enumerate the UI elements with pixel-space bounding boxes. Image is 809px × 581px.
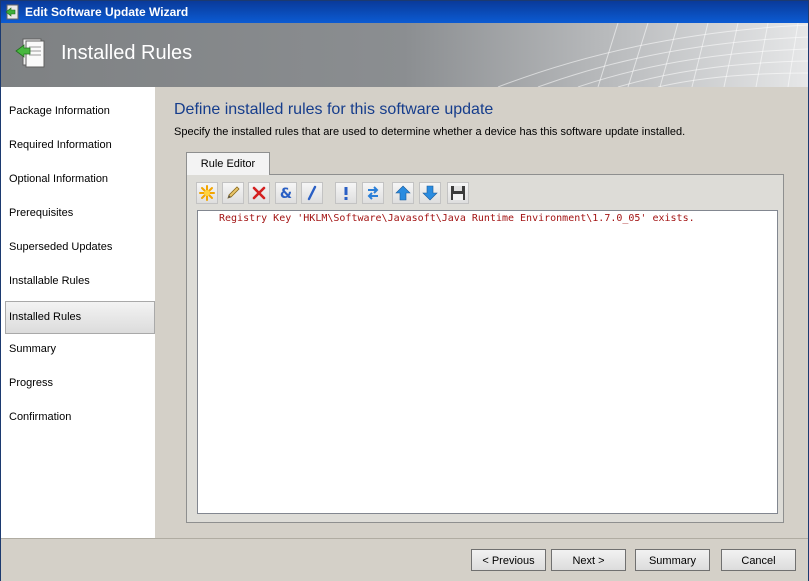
and-operator-icon: & (280, 186, 292, 201)
page-heading: Define installed rules for this software… (174, 101, 494, 118)
move-up-icon (395, 185, 411, 201)
new-rule-icon (199, 185, 215, 201)
wizard-window: Edit Software Update Wizard Installed Ru… (0, 0, 809, 581)
summary-button[interactable]: Summary (635, 549, 710, 571)
new-rule-button[interactable] (196, 182, 218, 204)
sidebar-item-superseded-updates[interactable]: Superseded Updates (5, 231, 155, 264)
page-description: Specify the installed rules that are use… (174, 126, 686, 138)
sidebar-item-confirmation[interactable]: Confirmation (5, 401, 155, 434)
not-operator-icon (344, 187, 348, 200)
edit-pencil-icon (227, 186, 240, 199)
software-update-icon (15, 37, 47, 71)
sidebar-item-package-information[interactable]: Package Information (5, 95, 155, 128)
rule-item[interactable]: Registry Key 'HKLM\Software\Javasoft\Jav… (219, 213, 695, 224)
move-up-button[interactable] (392, 182, 414, 204)
sidebar-item-progress[interactable]: Progress (5, 367, 155, 400)
previous-button[interactable]: < Previous (471, 549, 546, 571)
or-operator-button[interactable] (301, 182, 323, 204)
save-rule-button[interactable] (447, 182, 469, 204)
edit-rule-button[interactable] (222, 182, 244, 204)
and-operator-button[interactable]: & (275, 182, 297, 204)
delete-rule-button[interactable] (248, 182, 270, 204)
svg-text:&: & (280, 186, 292, 201)
sidebar-item-required-information[interactable]: Required Information (5, 129, 155, 162)
banner-decoration (497, 23, 808, 87)
or-operator-icon (307, 185, 317, 201)
sidebar-item-prerequisites[interactable]: Prerequisites (5, 197, 155, 230)
banner-title: Installed Rules (61, 42, 193, 64)
sidebar-item-installable-rules[interactable]: Installable Rules (5, 265, 155, 298)
sidebar-item-summary[interactable]: Summary (5, 333, 155, 366)
rule-editor-panel: & Registry Key 'HKLM\Software\Javasoft\J… (186, 174, 784, 523)
toggle-operator-button[interactable] (362, 182, 384, 204)
move-down-button[interactable] (419, 182, 441, 204)
toggle-operator-icon (367, 186, 379, 200)
rule-list[interactable]: Registry Key 'HKLM\Software\Javasoft\Jav… (197, 210, 778, 514)
wizard-footer: < Previous Next > Summary Cancel (1, 538, 808, 581)
title-bar[interactable]: Edit Software Update Wizard (1, 1, 808, 23)
window-title: Edit Software Update Wizard (25, 5, 189, 19)
header-banner: Installed Rules (1, 23, 808, 87)
cancel-button[interactable]: Cancel (721, 549, 796, 571)
wizard-steps-sidebar: Package Information Required Information… (1, 87, 155, 538)
next-button[interactable]: Next > (551, 549, 626, 571)
not-operator-button[interactable] (335, 182, 357, 204)
save-icon (451, 186, 465, 200)
sidebar-item-optional-information[interactable]: Optional Information (5, 163, 155, 196)
main-content: Define installed rules for this software… (155, 87, 808, 538)
tab-rule-editor[interactable]: Rule Editor (186, 152, 270, 175)
move-down-icon (422, 185, 438, 201)
sidebar-item-installed-rules[interactable]: Installed Rules (5, 301, 155, 334)
wizard-app-icon (5, 4, 21, 20)
delete-x-icon (252, 186, 266, 200)
